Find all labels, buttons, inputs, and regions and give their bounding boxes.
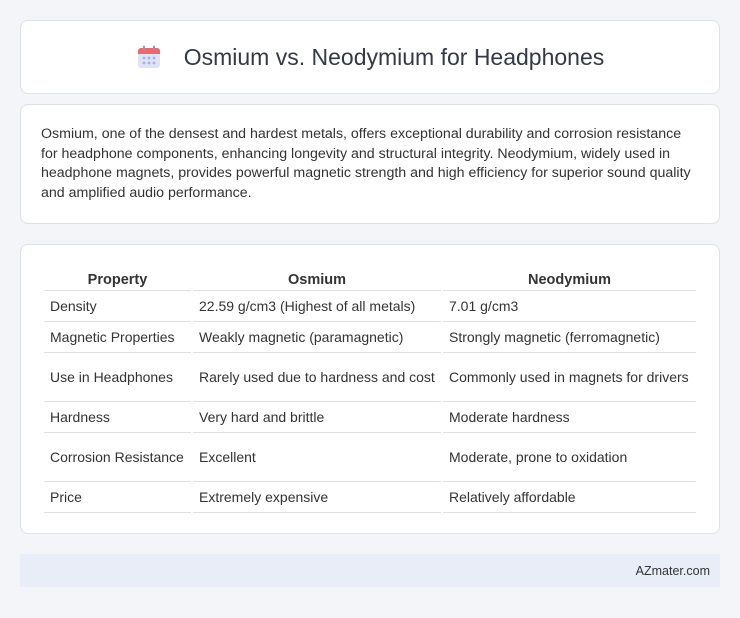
cell-osmium: 22.59 g/cm3 (Highest of all metals): [193, 291, 441, 322]
description-text: Osmium, one of the densest and hardest m…: [41, 126, 691, 201]
cell-neodymium: Moderate hardness: [443, 402, 696, 433]
header-property: Property: [44, 265, 191, 291]
cell-property: Magnetic Properties: [44, 322, 191, 353]
cell-property: Use in Headphones: [44, 353, 191, 402]
table-row: Use in Headphones Rarely used due to har…: [44, 353, 696, 402]
page-title: Osmium vs. Neodymium for Headphones: [183, 43, 605, 70]
table-row: Hardness Very hard and brittle Moderate …: [44, 402, 696, 433]
cell-neodymium: Commonly used in magnets for drivers: [443, 353, 696, 402]
cell-osmium: Weakly magnetic (paramagnetic): [193, 322, 441, 353]
table-row: Corrosion Resistance Excellent Moderate,…: [44, 433, 696, 482]
footer-site-link[interactable]: AZmater.com: [636, 564, 710, 578]
cell-neodymium: 7.01 g/cm3: [443, 291, 696, 322]
table-row: Price Extremely expensive Relatively aff…: [44, 482, 696, 513]
cell-neodymium: Moderate, prone to oxidation: [443, 433, 696, 482]
cell-property: Hardness: [44, 402, 191, 433]
table-row: Magnetic Properties Weakly magnetic (par…: [44, 322, 696, 353]
cell-neodymium: Strongly magnetic (ferromagnetic): [443, 322, 696, 353]
header-osmium: Osmium: [193, 265, 441, 291]
footer-bar: AZmater.com: [20, 554, 720, 587]
cell-property: Price: [44, 482, 191, 513]
table-header-row: Property Osmium Neodymium: [44, 265, 696, 291]
header-neodymium: Neodymium: [443, 265, 696, 291]
table-row: Density 22.59 g/cm3 (Highest of all meta…: [44, 291, 696, 322]
cell-neodymium: Relatively affordable: [443, 482, 696, 513]
calendar-icon: [136, 44, 162, 70]
description-card: Osmium, one of the densest and hardest m…: [20, 104, 720, 224]
comparison-table: Property Osmium Neodymium Density 22.59 …: [42, 265, 698, 513]
comparison-table-card: Property Osmium Neodymium Density 22.59 …: [20, 244, 720, 534]
title-card: Osmium vs. Neodymium for Headphones: [20, 20, 720, 94]
cell-osmium: Extremely expensive: [193, 482, 441, 513]
cell-osmium: Very hard and brittle: [193, 402, 441, 433]
cell-osmium: Rarely used due to hardness and cost: [193, 353, 441, 402]
cell-property: Density: [44, 291, 191, 322]
cell-property: Corrosion Resistance: [44, 433, 191, 482]
cell-osmium: Excellent: [193, 433, 441, 482]
